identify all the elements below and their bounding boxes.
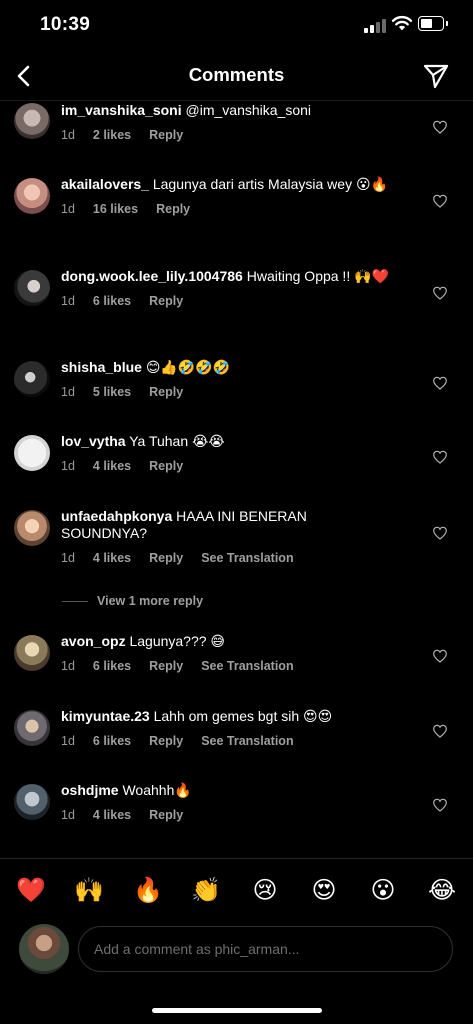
- avatar[interactable]: [14, 635, 50, 671]
- reply-button[interactable]: Reply: [149, 385, 183, 399]
- avatar[interactable]: [14, 178, 50, 214]
- comment-text: Lagunya??? 😅: [129, 633, 226, 649]
- see-translation-link[interactable]: See Translation: [201, 551, 293, 565]
- comment-username[interactable]: dong.wook.lee_lily.1004786: [61, 268, 243, 284]
- comment-list: im_vanshika_soni @im_vanshika_soni 1d 2 l…: [0, 100, 473, 856]
- comment-text: 😊👍🤣🤣🤣: [145, 359, 231, 375]
- comment-likes[interactable]: 6 likes: [93, 294, 131, 308]
- like-heart-icon[interactable]: [432, 285, 448, 301]
- see-translation-link[interactable]: See Translation: [201, 659, 293, 673]
- reply-button[interactable]: Reply: [149, 734, 183, 748]
- comment-username[interactable]: shisha_blue: [61, 359, 142, 375]
- comment-username[interactable]: kimyuntae.23: [61, 708, 150, 724]
- comment-likes[interactable]: 6 likes: [93, 734, 131, 748]
- avatar[interactable]: [14, 361, 50, 397]
- comment-text: Lahh om gemes bgt sih 😍😍: [153, 708, 333, 724]
- comment-likes[interactable]: 4 likes: [93, 808, 131, 822]
- like-heart-icon[interactable]: [432, 193, 448, 209]
- comment-text: Ya Tuhan 😭😭: [129, 433, 225, 449]
- avatar[interactable]: [14, 710, 50, 746]
- avatar[interactable]: [14, 784, 50, 820]
- comment-username[interactable]: unfaedahpkonya: [61, 508, 172, 524]
- comment-likes[interactable]: 4 likes: [93, 551, 131, 565]
- comment-likes[interactable]: 6 likes: [93, 659, 131, 673]
- comment-composer: [0, 922, 473, 980]
- see-translation-link[interactable]: See Translation: [201, 734, 293, 748]
- like-heart-icon[interactable]: [432, 797, 448, 813]
- fire-emoji-button[interactable]: 🔥: [131, 874, 165, 908]
- avatar[interactable]: [14, 103, 50, 139]
- clapping-hands-emoji-button[interactable]: 👏: [189, 874, 223, 908]
- comment-text: @im_vanshika_soni: [185, 102, 312, 118]
- comment-likes[interactable]: 16 likes: [93, 202, 138, 216]
- reply-button[interactable]: Reply: [149, 808, 183, 822]
- cellular-signal-icon: [364, 17, 386, 33]
- reply-button[interactable]: Reply: [156, 202, 190, 216]
- reply-button[interactable]: Reply: [149, 459, 183, 473]
- comment-time: 1d: [61, 128, 75, 142]
- wifi-icon: [391, 15, 413, 31]
- comment-time: 1d: [61, 294, 75, 308]
- comment-likes[interactable]: 4 likes: [93, 459, 131, 473]
- home-indicator: [152, 1008, 322, 1013]
- comment-likes[interactable]: 2 likes: [93, 128, 131, 142]
- like-heart-icon[interactable]: [432, 723, 448, 739]
- avatar[interactable]: [14, 510, 50, 546]
- heart-eyes-emoji-button[interactable]: 😍: [307, 874, 341, 908]
- comment-username[interactable]: lov_vytha: [61, 433, 126, 449]
- divider: [0, 858, 473, 859]
- comment-text: Hwaiting Oppa !! 🙌❤️: [246, 268, 389, 284]
- battery-icon: [418, 16, 448, 31]
- like-heart-icon[interactable]: [432, 648, 448, 664]
- like-heart-icon[interactable]: [432, 119, 448, 135]
- comment-username[interactable]: im_vanshika_soni: [61, 102, 182, 118]
- avatar[interactable]: [14, 270, 50, 306]
- comment-username[interactable]: akailalovers_: [61, 176, 149, 192]
- reply-button[interactable]: Reply: [149, 659, 183, 673]
- comment-time: 1d: [61, 808, 75, 822]
- view-more-replies-label: View 1 more reply: [97, 594, 204, 608]
- comment-username[interactable]: oshdjme: [61, 782, 119, 798]
- reply-button[interactable]: Reply: [149, 294, 183, 308]
- page-title: Comments: [188, 64, 285, 85]
- status-bar: 10:39: [0, 0, 473, 52]
- like-heart-icon[interactable]: [432, 375, 448, 391]
- red-heart-emoji-button[interactable]: ❤️: [14, 874, 48, 908]
- raising-hands-emoji-button[interactable]: 🙌: [72, 874, 106, 908]
- comment-input[interactable]: [78, 926, 453, 972]
- quick-emoji-bar: ❤️ 🙌 🔥 👏 😢 😍 😮 😂: [0, 870, 473, 910]
- comment-time: 1d: [61, 459, 75, 473]
- default-avatar[interactable]: [14, 435, 50, 471]
- reply-button[interactable]: Reply: [149, 128, 183, 142]
- comment-time: 1d: [61, 734, 75, 748]
- comment-text: Woahhh🔥: [122, 782, 192, 798]
- my-avatar[interactable]: [19, 924, 69, 974]
- comment-time: 1d: [61, 202, 75, 216]
- comment-likes[interactable]: 5 likes: [93, 385, 131, 399]
- comment-time: 1d: [61, 551, 75, 565]
- crying-face-emoji-button[interactable]: 😢: [248, 874, 282, 908]
- like-heart-icon[interactable]: [432, 449, 448, 465]
- header: Comments: [0, 52, 473, 101]
- comment-username[interactable]: avon_opz: [61, 633, 126, 649]
- direct-send-icon[interactable]: [422, 62, 450, 90]
- reply-button[interactable]: Reply: [149, 551, 183, 565]
- laughing-emoji-button[interactable]: 😂: [425, 874, 459, 908]
- surprised-face-emoji-button[interactable]: 😮: [366, 874, 400, 908]
- like-heart-icon[interactable]: [432, 525, 448, 541]
- status-time: 10:39: [40, 14, 91, 35]
- comment-time: 1d: [61, 385, 75, 399]
- comment-text: Lagunya dari artis Malaysia wey 😮🔥: [152, 176, 388, 192]
- comment-time: 1d: [61, 659, 75, 673]
